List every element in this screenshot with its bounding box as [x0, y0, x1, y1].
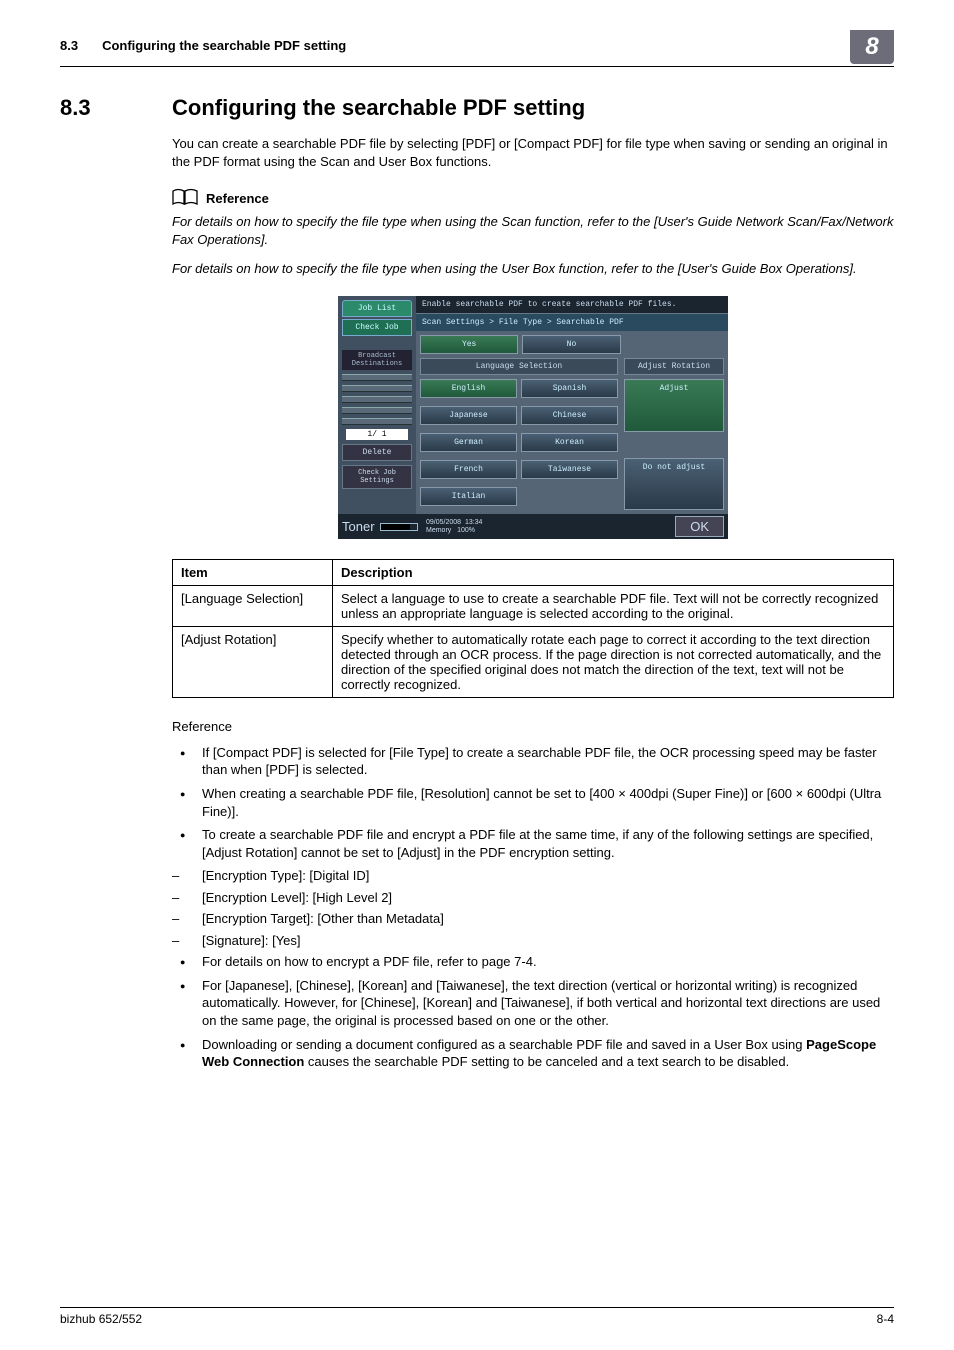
device-screenshot: Job List Check Job Broadcast Destination…	[338, 296, 728, 540]
ss-lang-chinese[interactable]: Chinese	[521, 406, 618, 425]
section-heading: 8.3 Configuring the searchable PDF setti…	[60, 95, 894, 121]
ss-instruction: Enable searchable PDF to create searchab…	[416, 296, 728, 315]
reference-subhead: Reference	[172, 718, 894, 736]
footer-page-number: 8-4	[877, 1312, 894, 1326]
ss-breadcrumb: Scan Settings > File Type > Searchable P…	[416, 314, 728, 331]
ss-lang-taiwanese[interactable]: Taiwanese	[521, 460, 618, 479]
page-footer: bizhub 652/552 8-4	[60, 1307, 894, 1326]
ss-delete-button[interactable]: Delete	[342, 444, 412, 461]
ss-lang-korean[interactable]: Korean	[521, 433, 618, 452]
section-title: Configuring the searchable PDF setting	[172, 95, 585, 121]
ss-language-header: Language Selection	[420, 358, 618, 375]
header-section-number: 8.3	[60, 38, 78, 53]
ss-lang-french[interactable]: French	[420, 460, 517, 479]
footer-model: bizhub 652/552	[60, 1312, 142, 1326]
list-item: When creating a searchable PDF file, [Re…	[172, 785, 894, 820]
reference-note-2: For details on how to specify the file t…	[172, 260, 894, 278]
running-header: 8.3 Configuring the searchable PDF setti…	[60, 38, 894, 67]
list-item: [Encryption Target]: [Other than Metadat…	[172, 910, 894, 928]
reference-sublist: [Encryption Type]: [Digital ID] [Encrypt…	[172, 867, 894, 949]
ss-broadcast-label: Broadcast Destinations	[342, 350, 412, 370]
ss-check-job-tab[interactable]: Check Job	[342, 319, 412, 336]
list-item: To create a searchable PDF file and encr…	[172, 826, 894, 861]
ss-toner-label: Toner	[342, 519, 380, 534]
ss-no-adjust-button[interactable]: Do not adjust	[624, 458, 724, 511]
ss-lang-japanese[interactable]: Japanese	[420, 406, 517, 425]
list-item: For details on how to encrypt a PDF file…	[172, 953, 894, 971]
table-item: [Language Selection]	[173, 586, 333, 627]
section-number: 8.3	[60, 95, 172, 121]
ss-dest-slot	[342, 374, 412, 381]
ss-toner-bar	[380, 523, 418, 531]
ss-ok-button[interactable]: OK	[675, 516, 724, 537]
list-item: [Encryption Type]: [Digital ID]	[172, 867, 894, 885]
table-header-description: Description	[333, 560, 894, 586]
text: Downloading or sending a document config…	[202, 1037, 806, 1052]
text: causes the searchable PDF setting to be …	[304, 1054, 789, 1069]
ss-lang-german[interactable]: German	[420, 433, 517, 452]
ss-check-settings-button[interactable]: Check Job Settings	[342, 465, 412, 489]
reference-heading: Reference	[172, 188, 894, 209]
ss-rotation-header: Adjust Rotation	[624, 358, 724, 375]
ss-yes-button[interactable]: Yes	[420, 335, 518, 354]
ss-lang-italian[interactable]: Italian	[420, 487, 517, 506]
header-title: Configuring the searchable PDF setting	[102, 38, 850, 53]
ss-dest-slot	[342, 396, 412, 403]
table-row: [Adjust Rotation] Specify whether to aut…	[173, 627, 894, 698]
reference-list: If [Compact PDF] is selected for [File T…	[172, 744, 894, 861]
ss-pager: 1/ 1	[346, 429, 408, 440]
list-item: [Encryption Level]: [High Level 2]	[172, 889, 894, 907]
reference-label: Reference	[206, 191, 269, 206]
ss-no-button[interactable]: No	[522, 335, 620, 354]
ss-dest-slot	[342, 407, 412, 414]
reference-list-2: For details on how to encrypt a PDF file…	[172, 953, 894, 1070]
list-item: If [Compact PDF] is selected for [File T…	[172, 744, 894, 779]
ss-dest-slot	[342, 418, 412, 425]
ss-job-list-tab[interactable]: Job List	[342, 300, 412, 317]
book-icon	[172, 188, 198, 209]
list-item: For [Japanese], [Chinese], [Korean] and …	[172, 977, 894, 1030]
ss-dest-slot	[342, 385, 412, 392]
intro-paragraph: You can create a searchable PDF file by …	[172, 135, 894, 170]
ss-status-info: 09/05/2008 13:34 Memory 100%	[426, 519, 675, 534]
table-header-item: Item	[173, 560, 333, 586]
table-desc: Select a language to use to create a sea…	[333, 586, 894, 627]
table-desc: Specify whether to automatically rotate …	[333, 627, 894, 698]
list-item: [Signature]: [Yes]	[172, 932, 894, 950]
table-row: [Language Selection] Select a language t…	[173, 586, 894, 627]
list-item: Downloading or sending a document config…	[172, 1036, 894, 1071]
chapter-tab: 8	[850, 30, 894, 64]
ss-lang-english[interactable]: English	[420, 379, 517, 398]
ss-lang-spanish[interactable]: Spanish	[521, 379, 618, 398]
table-item: [Adjust Rotation]	[173, 627, 333, 698]
ss-adjust-button[interactable]: Adjust	[624, 379, 724, 432]
reference-note-1: For details on how to specify the file t…	[172, 213, 894, 248]
description-table: Item Description [Language Selection] Se…	[172, 559, 894, 698]
